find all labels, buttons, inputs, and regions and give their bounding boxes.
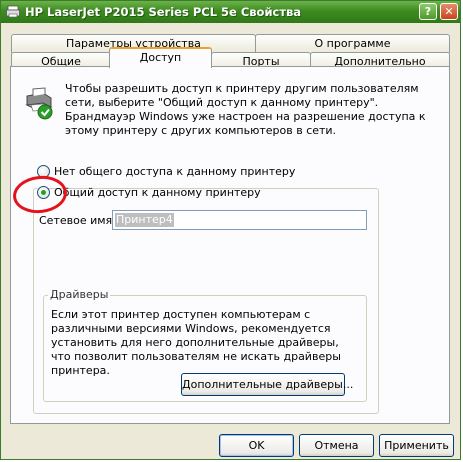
radio-no-share-label[interactable]: Нет общего доступа к данному принтеру <box>54 165 295 179</box>
printer-properties-window: HP LaserJet P2015 Series PCL 5e Свойства… <box>0 0 461 460</box>
sharing-panel: Чтобы разрешить доступ к принтеру другим… <box>10 66 450 424</box>
tab-sharing[interactable]: Доступ <box>109 47 212 68</box>
sharing-intro-text: Чтобы разрешить доступ к принтеру другим… <box>65 82 426 137</box>
ok-button[interactable]: OK <box>219 434 294 457</box>
drivers-legend: Драйверы <box>48 288 111 301</box>
help-button[interactable]: ? <box>419 3 437 20</box>
close-button[interactable]: ✕ <box>440 3 458 20</box>
cancel-button[interactable]: Отмена <box>299 434 374 457</box>
drivers-description: Если этот принтер доступен компьютерам с… <box>51 308 341 377</box>
shared-printer-icon <box>25 87 53 120</box>
additional-drivers-button[interactable]: Дополнительные драйверы... <box>181 373 353 396</box>
share-name-label: Сетевое имя: <box>39 214 116 227</box>
share-name-value[interactable]: Принтер4 <box>115 213 174 227</box>
share-name-input[interactable]: Принтер4 <box>112 210 367 230</box>
title-bar[interactable]: HP LaserJet P2015 Series PCL 5e Свойства… <box>1 1 460 23</box>
printer-icon <box>6 5 20 18</box>
radio-share-label[interactable]: Общий доступ к данному принтеру <box>54 186 261 200</box>
apply-button[interactable]: Применить <box>379 434 454 457</box>
tab-about[interactable]: О программе <box>255 34 450 53</box>
window-title: HP LaserJet P2015 Series PCL 5e Свойства <box>25 5 302 19</box>
